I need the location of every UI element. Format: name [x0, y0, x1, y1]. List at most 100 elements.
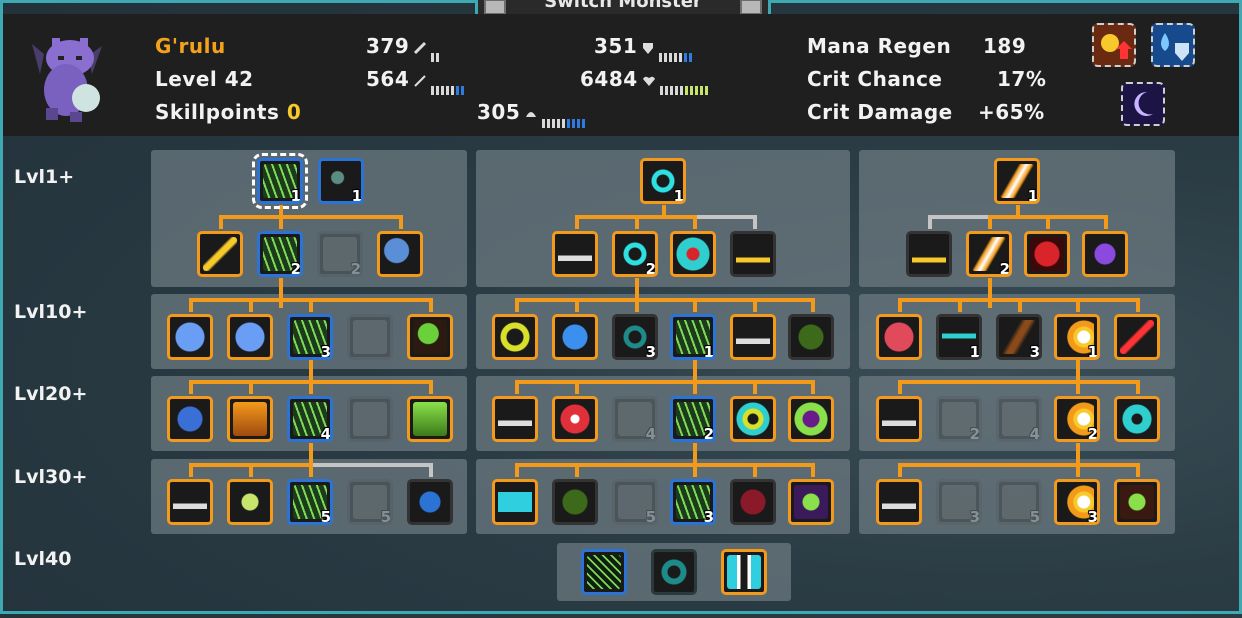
skill-node-water-fist[interactable] [552, 314, 598, 360]
skill-node-grass-mid[interactable]: 1 [670, 314, 716, 360]
skill-node-red-heart[interactable] [552, 396, 598, 442]
skill-node-heart-bars-r2[interactable] [876, 479, 922, 525]
skill-icon [727, 555, 761, 589]
skill-level-badge: 3 [645, 343, 656, 360]
skill-node-hourglass-green[interactable] [407, 396, 453, 442]
skill-node-gear-plus[interactable] [788, 314, 834, 360]
skill-icon [1088, 237, 1122, 271]
armor-stat: 351 [594, 34, 694, 62]
skill-icon [1120, 402, 1154, 436]
tree-connector-line [429, 463, 433, 477]
skill-node-fireball-2[interactable]: 2 [1054, 396, 1100, 442]
skill-node-locked-r-1[interactable]: 2 [936, 396, 982, 442]
skill-node-grass-mid-2[interactable]: 2 [670, 396, 716, 442]
tree-connector-line [1076, 380, 1080, 394]
skill-node-locked-2[interactable] [347, 314, 393, 360]
skill-node-red-fist-plus[interactable] [1024, 231, 1070, 277]
skill-node-locked-r-2[interactable]: 4 [996, 396, 1042, 442]
skill-node-locked-r-4[interactable]: 5 [996, 479, 1042, 525]
skill-level-badge: 1 [703, 343, 714, 360]
skill-node-dim-target[interactable]: 3 [612, 314, 658, 360]
stat-bar-pip [456, 86, 460, 95]
skill-node-grass-3[interactable]: 3 [287, 314, 333, 360]
skill-node-locked-mid-2[interactable]: 5 [612, 479, 658, 525]
stat-bar-pip [689, 53, 693, 62]
skill-node-locked-mid-1[interactable]: 4 [612, 396, 658, 442]
fire-buff-icon[interactable] [1092, 23, 1136, 67]
skill-node-grass-selected[interactable]: 1 [252, 153, 308, 209]
skill-node-fire-wand[interactable] [1114, 314, 1160, 360]
skill-node-locked-3[interactable] [347, 396, 393, 442]
skill-node-cyan-target-2[interactable]: 2 [612, 231, 658, 277]
skill-node-hourglass-orange[interactable] [227, 396, 273, 442]
skill-level-badge: 2 [999, 260, 1010, 277]
prev-key-icon[interactable] [484, 0, 506, 15]
skill-node-sword[interactable] [197, 231, 243, 277]
ultimate-node-lightning[interactable] [721, 549, 767, 595]
skill-node-teal-sun[interactable] [730, 396, 776, 442]
skill-node-locked-r-3[interactable]: 3 [936, 479, 982, 525]
skill-node-cyan-target[interactable]: 1 [640, 158, 686, 204]
skill-node-lock-eye[interactable] [730, 479, 776, 525]
sword-icon [414, 41, 427, 54]
tree-connector-line [189, 463, 193, 477]
skill-node-armor-bars[interactable] [552, 231, 598, 277]
skill-node-cyan-heart[interactable] [1114, 396, 1160, 442]
skill-node-grass-2[interactable]: 2 [257, 231, 303, 277]
stat-bar-pip [436, 53, 440, 62]
skill-level-badge: 5 [1029, 508, 1040, 525]
skill-node-blue-swirl[interactable] [167, 396, 213, 442]
skill-node-grass-5[interactable]: 5 [287, 479, 333, 525]
skill-node-wand-bars-r[interactable] [906, 231, 952, 277]
skill-node-helmet-bars-2[interactable] [730, 314, 776, 360]
defense-stat: 305 [477, 100, 587, 128]
skill-node-fire-slash-2[interactable]: 2 [966, 231, 1012, 277]
skill-node-helmet-bars[interactable] [167, 479, 213, 525]
skill-icon [736, 402, 770, 436]
skill-node-locked-4[interactable]: 5 [347, 479, 393, 525]
skill-node-grass-4[interactable]: 4 [287, 396, 333, 442]
tier-label-20: Lvl20+ [14, 383, 88, 405]
skill-node-heart-bars[interactable] [492, 396, 538, 442]
skill-node-sun-ring[interactable] [492, 314, 538, 360]
moon-buff-icon[interactable] [1121, 82, 1165, 126]
skill-node-hearts-blue-1[interactable] [167, 314, 213, 360]
skill-node-compass-green[interactable] [227, 479, 273, 525]
next-key-icon[interactable] [740, 0, 762, 15]
skill-node-mana-drop[interactable] [407, 479, 453, 525]
skill-node-purple-orbs[interactable] [1082, 231, 1128, 277]
skill-node-wand-bars[interactable] [730, 231, 776, 277]
stat-bar-pip [562, 119, 566, 128]
tree-connector-line [958, 298, 962, 312]
health-stat: 6484 [580, 67, 710, 95]
skill-node-hearts-blue-2[interactable] [227, 314, 273, 360]
skill-level-badge: 3 [969, 508, 980, 525]
skill-node-fire-slash[interactable]: 1 [994, 158, 1040, 204]
skill-node-bubbles[interactable]: 1 [318, 158, 364, 204]
skill-icon [203, 237, 237, 271]
armor-value: 351 [594, 34, 638, 58]
skill-node-fireball[interactable]: 1 [1054, 314, 1100, 360]
skill-node-heart-bars-r[interactable] [876, 396, 922, 442]
skill-node-fireball-3[interactable]: 3 [1054, 479, 1100, 525]
skill-node-green-demon[interactable] [788, 396, 834, 442]
skill-node-locked-1[interactable]: 2 [317, 231, 363, 277]
skill-level-badge: 3 [1029, 343, 1040, 360]
tree-connector-line [811, 380, 815, 394]
skill-node-red-hearts[interactable] [876, 314, 922, 360]
skill-node-dim-slash[interactable]: 3 [996, 314, 1042, 360]
skill-node-gear-plus-2[interactable] [552, 479, 598, 525]
skill-node-wave[interactable]: 1 [936, 314, 982, 360]
ultimate-node-teal-orb[interactable] [651, 549, 697, 595]
skill-node-heart-skull[interactable] [377, 231, 423, 277]
skill-node-teal-eye[interactable] [670, 231, 716, 277]
skill-node-green-heart-r[interactable] [1114, 479, 1160, 525]
skill-node-green-heart[interactable] [407, 314, 453, 360]
skill-node-grass-mid-3[interactable]: 3 [670, 479, 716, 525]
health-bar [659, 76, 710, 95]
skill-node-cyan-arrow[interactable] [492, 479, 538, 525]
water-shield-buff-icon[interactable] [1151, 23, 1195, 67]
skill-node-green-heart-2[interactable] [788, 479, 834, 525]
ultimate-node-grass-slash[interactable] [581, 549, 627, 595]
magic-stat: 564 [366, 67, 466, 95]
